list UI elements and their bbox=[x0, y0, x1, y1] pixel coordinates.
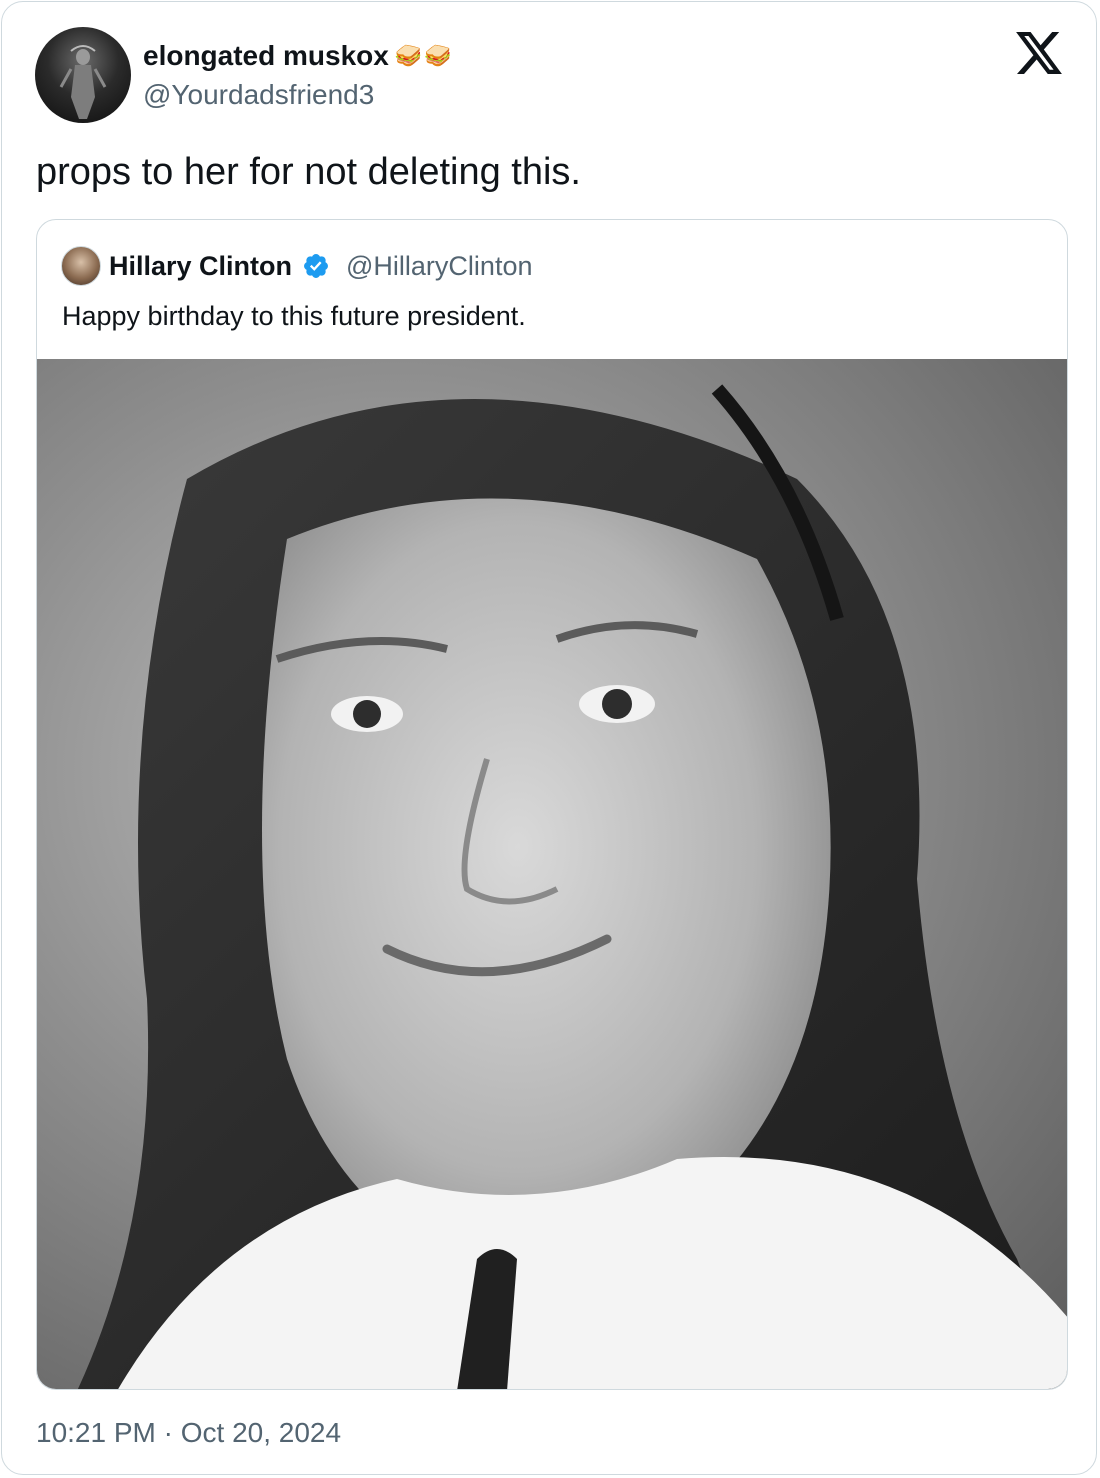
quoted-tweet-photo[interactable] bbox=[37, 359, 1067, 1389]
tweet-text: props to her for not deleting this. bbox=[36, 151, 581, 193]
author-avatar[interactable] bbox=[35, 27, 131, 123]
quoted-author-display-name[interactable]: Hillary Clinton bbox=[109, 251, 292, 282]
author-display-name[interactable]: elongated muskox 🥪 🥪 bbox=[143, 38, 452, 74]
avatar-figure-icon bbox=[59, 45, 107, 119]
sandwich-emoji-icon: 🥪 bbox=[424, 43, 452, 68]
quoted-author-avatar[interactable] bbox=[61, 246, 101, 286]
tweet-header: elongated muskox 🥪 🥪 @Yourdadsfriend3 bbox=[35, 27, 452, 123]
tweet-timestamp[interactable]: 10:21 PM · Oct 20, 2024 bbox=[36, 1415, 341, 1451]
tweet-card[interactable]: elongated muskox 🥪 🥪 @Yourdadsfriend3 pr… bbox=[1, 1, 1097, 1475]
author-names: elongated muskox 🥪 🥪 @Yourdadsfriend3 bbox=[143, 38, 452, 112]
quoted-tweet-header: Hillary Clinton @HillaryClinton bbox=[61, 246, 532, 286]
portrait-photo-illustration bbox=[77, 384, 1067, 1389]
quoted-author-handle[interactable]: @HillaryClinton bbox=[346, 251, 532, 282]
sandwich-emoji-icon: 🥪 bbox=[394, 43, 423, 68]
x-logo-icon[interactable] bbox=[1016, 32, 1062, 74]
name-emojis: 🥪 🥪 bbox=[395, 38, 452, 74]
quoted-tweet[interactable]: Hillary Clinton @HillaryClinton Happy bi… bbox=[36, 219, 1068, 1390]
verified-badge-icon bbox=[304, 254, 328, 278]
quoted-tweet-text: Happy birthday to this future president. bbox=[62, 301, 526, 331]
author-handle[interactable]: @Yourdadsfriend3 bbox=[143, 78, 452, 112]
author-display-name-text: elongated muskox bbox=[143, 40, 389, 71]
